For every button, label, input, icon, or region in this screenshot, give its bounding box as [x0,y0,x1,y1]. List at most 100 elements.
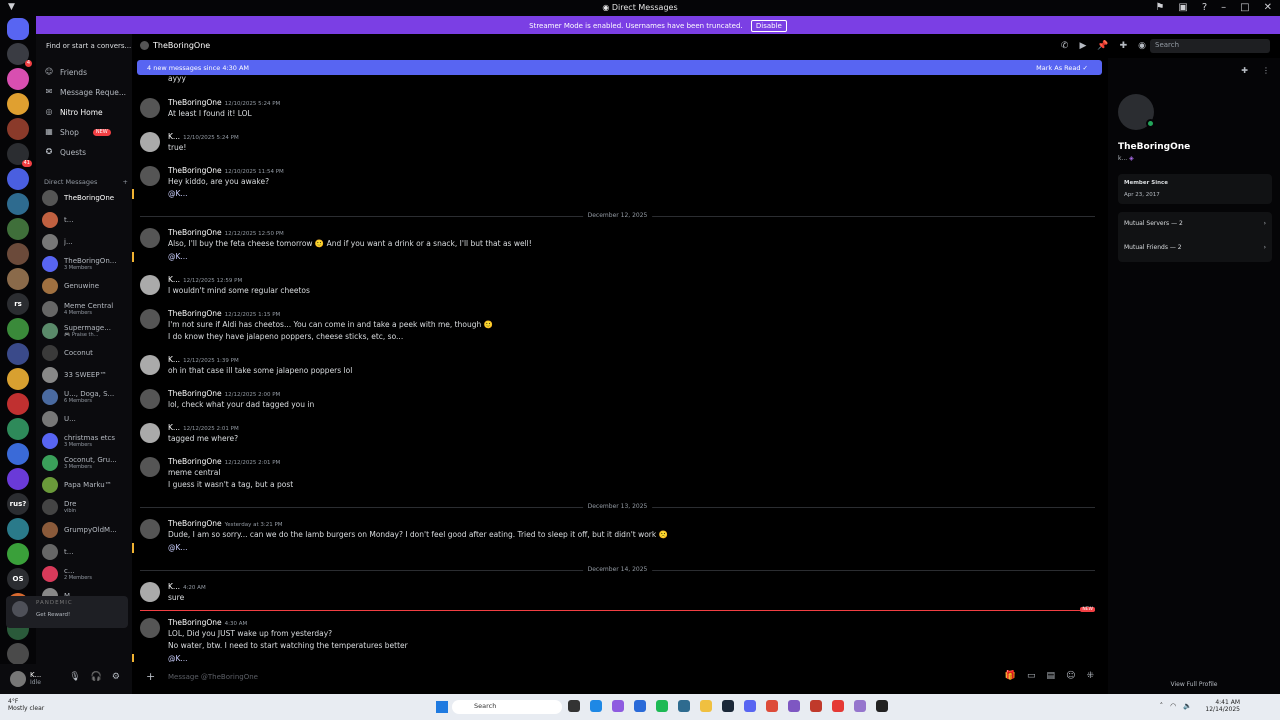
server-icon[interactable] [7,468,29,490]
video-icon[interactable]: ▶ [1079,41,1086,51]
add-friend-icon[interactable]: ✚ [1241,66,1248,75]
avatar[interactable] [140,456,160,477]
avatar[interactable] [140,308,160,329]
message-author[interactable]: TheBoringOne [168,389,222,398]
server-icon[interactable]: rs [7,293,29,315]
server-icon[interactable]: 41 [7,143,32,167]
dm-item[interactable]: 33 SWEEP™ [42,365,132,385]
avatar[interactable] [140,389,160,409]
clock[interactable]: 4:41 AM 12/14/2025 [1205,699,1240,713]
message-author[interactable]: TheBoringOne [168,166,222,175]
copilot-icon[interactable] [612,700,624,712]
server-icon[interactable] [7,218,29,240]
server-icon[interactable]: rus? [7,493,29,515]
dm-item[interactable]: t... [42,210,132,230]
spotify-icon[interactable] [656,700,668,712]
server-icon[interactable] [7,443,29,465]
wifi-icon[interactable]: ◠ [1170,702,1176,710]
message-author[interactable]: TheBoringOne [168,228,222,237]
edge-icon[interactable] [590,700,602,712]
server-icon[interactable] [7,518,29,540]
message-author[interactable]: TheBoringOne [168,519,222,528]
opera-icon[interactable] [832,700,844,712]
mutual-servers-row[interactable]: Mutual Servers — 2 › [1124,220,1266,227]
server-icon[interactable] [7,343,29,365]
avatar[interactable] [140,422,160,443]
avatar[interactable] [140,165,160,186]
dm-item[interactable]: Meme Central 4 Members [42,299,132,319]
server-icon[interactable] [7,268,29,290]
server-icon[interactable] [7,193,29,215]
disable-streamer-button[interactable]: Disable [750,20,787,32]
start-icon[interactable] [436,701,448,713]
app-icon[interactable] [854,700,866,712]
volume-icon[interactable]: 🔈 [1183,702,1192,710]
server-icon[interactable] [7,368,29,390]
avatar[interactable] [140,519,160,540]
dm-item[interactable]: Coconut [42,343,132,363]
server-icon[interactable] [7,243,29,265]
server-icon[interactable] [7,418,29,440]
terminal-icon[interactable] [876,700,888,712]
search-input[interactable]: Search [1150,39,1270,53]
dm-item[interactable]: Supermage... 🎮 Praise th... [42,321,132,341]
message-author[interactable]: K... [168,582,180,591]
avatar[interactable] [140,355,160,376]
new-messages-bar[interactable]: 4 new messages since 4:30 AM Mark As Rea… [137,60,1102,75]
discord-icon[interactable] [744,700,756,712]
dm-item[interactable]: U... [42,409,132,429]
profile-toggle-icon[interactable]: ◉ [1138,41,1146,51]
dm-item[interactable]: Papa Marku™ [42,475,132,495]
add-dm-icon[interactable]: + [123,178,128,186]
nav-item-shop[interactable]: ▦ Shop NEW [44,124,132,140]
inbox-icon[interactable]: ⚑ [1155,2,1164,13]
close-button[interactable]: ✕ [1264,2,1272,13]
message-author[interactable]: TheBoringOne [168,618,222,627]
dm-item[interactable]: christmas etcs 3 Members [42,431,132,451]
dm-item[interactable]: t... [42,542,132,562]
server-icon[interactable] [7,393,29,415]
dm-item[interactable]: c... 2 Members [42,564,132,584]
taskbar-search[interactable]: Search [452,700,562,714]
dm-item[interactable]: U..., Doga, S... 6 Members [42,387,132,407]
more-icon[interactable]: ⋮ [1262,66,1270,75]
message-input[interactable]: Message @TheBoringOne [168,673,258,681]
app-icon[interactable] [678,700,690,712]
folder-icon[interactable] [700,700,712,712]
gif-icon[interactable]: ▭ [1027,671,1036,681]
add-friend-icon[interactable]: ✚ [1120,41,1128,51]
avatar[interactable] [140,274,160,295]
microphone-icon[interactable]: 🎙 [69,672,80,682]
dm-item[interactable]: TheBoringOn... 3 Members [42,254,132,274]
chrome-icon[interactable] [766,700,778,712]
avatar[interactable] [140,581,160,602]
mutual-friends-row[interactable]: Mutual Friends — 2 › [1124,244,1266,251]
dm-item[interactable]: j... [42,232,132,252]
settings-gear-icon[interactable]: ⚙ [112,672,120,682]
help-icon[interactable]: ? [1202,2,1207,13]
dm-item[interactable]: Genuwine [42,276,132,296]
home-button[interactable] [7,18,29,40]
pin-icon[interactable]: 📌 [1097,41,1108,51]
gift-icon[interactable]: 🎁 [1005,671,1016,681]
nav-item-nitro[interactable]: ◎ Nitro Home [44,104,132,120]
minimize-button[interactable]: – [1221,2,1226,13]
view-full-profile-link[interactable]: View Full Profile [1108,681,1280,688]
sticker-icon[interactable]: ▤ [1047,671,1056,681]
dm-item[interactable]: Dre vibin [42,497,132,517]
headphones-icon[interactable]: 🎧 [91,672,102,682]
nav-item-message[interactable]: ✉ Message Reque... [44,84,132,100]
find-conversation-input[interactable]: Find or start a convers... [36,40,132,54]
apps-icon[interactable]: ⁜ [1086,671,1094,681]
avatar[interactable] [10,671,26,687]
maximize-button[interactable]: □ [1240,2,1249,13]
dm-item[interactable]: TheBoringOne [42,188,132,208]
server-icon[interactable] [7,318,29,340]
nav-item-quests[interactable]: ✪ Quests [44,144,132,160]
quest-reward-card[interactable]: PANDEMIC Get Reward! [6,596,128,628]
weather-widget[interactable]: 4°F Mostly clear [8,698,44,712]
avatar[interactable] [140,98,160,118]
chevron-up-icon[interactable]: ˄ [1160,702,1164,710]
message-author[interactable]: K... [168,355,180,364]
server-icon[interactable]: 4 [7,43,32,67]
